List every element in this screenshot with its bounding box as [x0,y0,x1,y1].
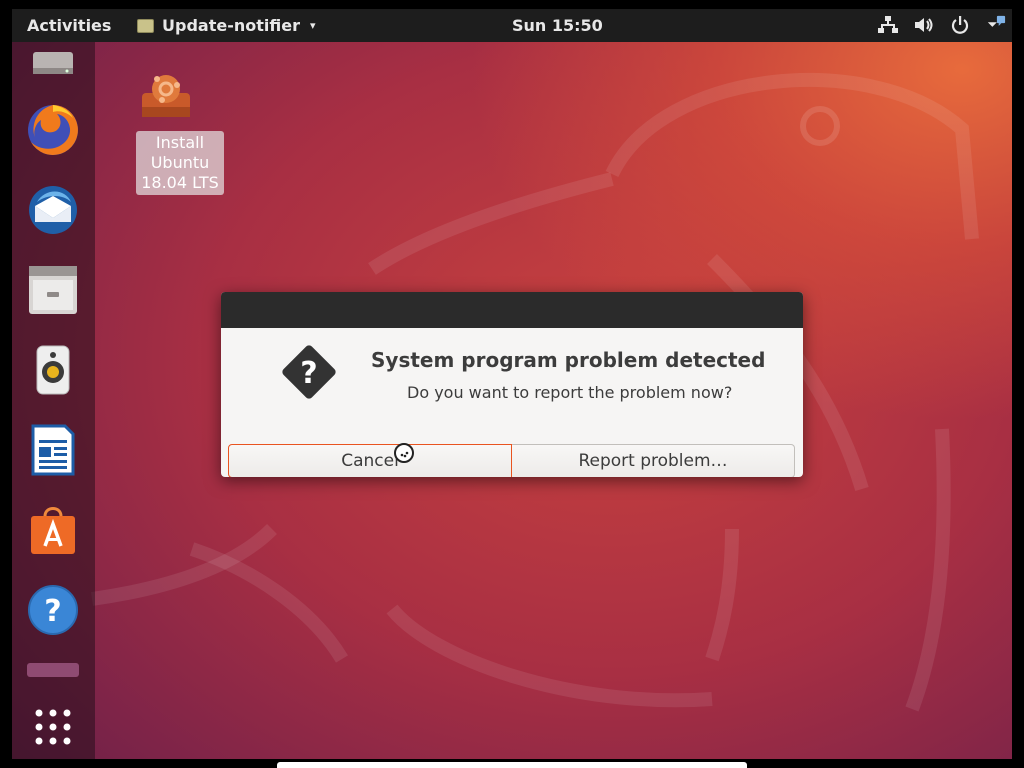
problem-dialog: ? System program problem detected Do you… [221,292,803,477]
help-icon[interactable]: ? [25,582,81,638]
disk-icon[interactable] [25,34,81,90]
rhythmbox-icon[interactable] [25,342,81,398]
libreoffice-writer-icon[interactable] [25,422,81,478]
update-notifier-icon [137,18,154,33]
dialog-button-row: Cancel Report problem… [228,444,795,477]
dock: ? [12,42,95,759]
activities-button[interactable]: Activities [27,16,111,35]
busy-cursor-icon [394,443,414,463]
power-icon[interactable] [950,15,970,35]
svg-text:?: ? [300,356,317,391]
app-menu[interactable]: Update-notifier ▾ [137,16,315,35]
desktop-icon-label: Install Ubuntu 18.04 LTS [136,131,224,195]
show-applications-icon[interactable] [25,699,81,755]
clock[interactable]: Sun 15:50 [512,16,603,35]
system-tray[interactable] [878,15,1006,35]
cancel-button[interactable]: Cancel [228,444,512,477]
dialog-title: System program problem detected [371,348,766,372]
svg-text:?: ? [44,594,61,629]
network-icon[interactable] [878,15,898,35]
install-ubuntu-desktop-icon[interactable]: Install Ubuntu 18.04 LTS [136,67,224,195]
dialog-message: Do you want to report the problem now? [407,383,733,402]
bottom-strip [277,762,747,768]
app-menu-label: Update-notifier [162,16,300,35]
question-icon: ? [282,345,336,399]
install-disk-icon [142,75,190,117]
dialog-titlebar[interactable] [221,292,803,328]
ubuntu-software-icon[interactable] [25,502,81,558]
amazon-icon[interactable] [25,659,81,677]
report-problem-button[interactable]: Report problem… [512,444,795,477]
files-icon[interactable] [25,262,81,318]
chevron-down-icon: ▾ [309,19,316,32]
thunderbird-icon[interactable] [25,182,81,238]
notification-icon[interactable] [986,15,1006,35]
volume-icon[interactable] [914,15,934,35]
top-bar: Activities Update-notifier ▾ Sun 15:50 [12,9,1012,42]
firefox-icon[interactable] [25,102,81,158]
desktop-screen: Activities Update-notifier ▾ Sun 15:50 ?… [12,9,1012,759]
